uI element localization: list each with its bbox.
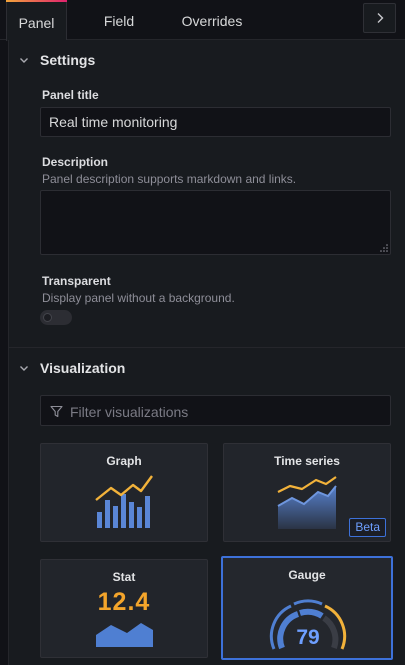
chevron-down-icon: [20, 366, 28, 371]
description-textarea[interactable]: [40, 190, 391, 255]
toggle-knob: [43, 313, 52, 322]
visualization-section-title: Visualization: [40, 360, 126, 376]
settings-section-title: Settings: [40, 52, 96, 68]
filter-icon: [50, 405, 63, 418]
gauge-preview-value: 79: [296, 626, 319, 649]
tab-field[interactable]: Field: [88, 0, 150, 41]
panel-title-label: Panel title: [42, 88, 99, 102]
graph-viz-icon: [95, 475, 153, 528]
filter-visualizations-input[interactable]: Filter visualizations: [40, 395, 391, 426]
chevron-right-icon: [377, 13, 383, 23]
panel-title-input[interactable]: Real time monitoring: [40, 107, 391, 137]
chevron-down-icon: [20, 58, 28, 63]
options-pane: Settings Panel title Real time monitorin…: [8, 40, 405, 665]
viz-card-time-series[interactable]: Time series Beta: [223, 443, 391, 542]
viz-card-graph[interactable]: Graph: [40, 443, 208, 542]
settings-section-header[interactable]: Settings: [9, 42, 405, 78]
editor-tabs: Panel Field Overrides: [0, 0, 405, 41]
gauge-viz-icon: 79: [269, 599, 347, 650]
description-label: Description: [42, 155, 109, 169]
tab-overrides[interactable]: Overrides: [164, 0, 260, 41]
viz-card-stat[interactable]: Stat 12.4: [40, 559, 208, 658]
section-divider: [9, 347, 405, 348]
visualization-section-header[interactable]: Visualization: [9, 350, 405, 386]
transparent-toggle[interactable]: [40, 310, 72, 325]
transparent-label: Transparent: [42, 274, 111, 288]
filter-placeholder: Filter visualizations: [70, 404, 189, 420]
collapse-pane-button[interactable]: [363, 3, 396, 33]
stat-sparkline-icon: [96, 623, 153, 647]
tab-panel[interactable]: Panel: [6, 0, 67, 41]
viz-card-gauge[interactable]: Gauge 79: [221, 556, 393, 660]
description-help-text: Panel description supports markdown and …: [42, 172, 297, 186]
beta-badge: Beta: [349, 518, 386, 537]
resize-handle-icon[interactable]: [380, 244, 388, 252]
transparent-help-text: Display panel without a background.: [42, 291, 235, 305]
